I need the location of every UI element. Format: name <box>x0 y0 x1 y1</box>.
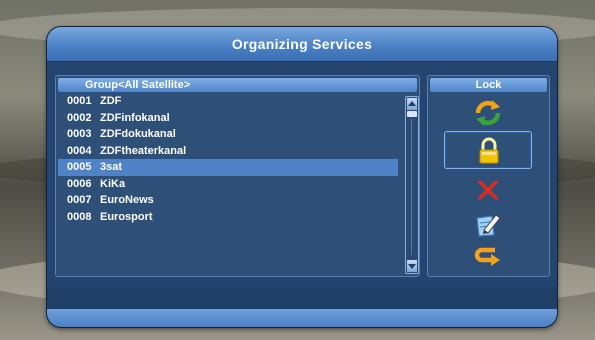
scroll-track <box>411 119 412 255</box>
channel-name: ZDFinfokanal <box>100 111 170 124</box>
edit-button[interactable] <box>444 207 532 241</box>
list-scrollbar[interactable] <box>405 96 419 274</box>
channel-number: 0001 <box>67 95 92 107</box>
channel-number: 0004 <box>67 144 92 157</box>
lock-button[interactable] <box>444 131 532 169</box>
channel-row[interactable]: 0007 EuroNews <box>58 192 398 209</box>
scroll-down-arrow-icon[interactable] <box>407 260 417 272</box>
channel-number: 0008 <box>67 210 92 223</box>
return-button[interactable] <box>444 239 532 273</box>
channel-name: Eurosport <box>100 210 153 223</box>
channel-name: EuroNews <box>100 194 154 206</box>
channel-row-selected[interactable]: 0005 3sat <box>58 159 398 176</box>
scroll-up-arrow-icon[interactable] <box>407 98 417 110</box>
channel-row[interactable]: 0008 Eurosport <box>58 209 398 226</box>
channel-number: 0006 <box>67 177 92 190</box>
dialog-bottom-bar <box>47 309 557 327</box>
pencil-edit-icon <box>476 214 501 237</box>
channel-list-panel: Group<All Satellite> 0001 ZDF 0002 ZDFin… <box>55 75 420 277</box>
channel-row[interactable]: 0001 ZDF <box>58 93 398 110</box>
channel-row[interactable]: 0006 KiKa <box>58 176 398 193</box>
return-arrow-icon <box>474 247 500 266</box>
delete-button[interactable] <box>444 173 532 207</box>
organizing-services-dialog: Organizing Services Group<All Satellite>… <box>47 27 557 327</box>
red-x-icon <box>478 180 498 200</box>
move-arrows-icon <box>475 100 501 126</box>
action-panel-header: Lock <box>430 78 547 92</box>
dialog-header: Organizing Services <box>47 27 557 62</box>
channel-number: 0007 <box>67 194 92 206</box>
action-panel: Lock <box>427 75 550 277</box>
channel-number: 0002 <box>67 111 92 124</box>
channel-number: 0003 <box>67 128 92 140</box>
dialog-title: Organizing Services <box>231 36 373 52</box>
channel-row[interactable]: 0002 ZDFinfokanal <box>58 110 398 127</box>
dialog-body: Group<All Satellite> 0001 ZDF 0002 ZDFin… <box>47 62 557 287</box>
move-button[interactable] <box>444 96 532 130</box>
action-panel-title: Lock <box>475 79 502 91</box>
channel-name: KiKa <box>100 177 126 190</box>
group-header-label: Group<All Satellite> <box>85 79 191 91</box>
channel-name: 3sat <box>100 161 123 173</box>
channel-row[interactable]: 0004 ZDFtheaterkanal <box>58 143 398 160</box>
group-header[interactable]: Group<All Satellite> <box>58 78 417 92</box>
tv-screen: Organizing Services Group<All Satellite>… <box>0 0 595 340</box>
scroll-thumb[interactable] <box>407 111 417 117</box>
channel-name: ZDFtheaterkanal <box>100 144 187 157</box>
channel-name: ZDF <box>100 95 122 107</box>
channel-name: ZDFdokukanal <box>100 128 176 140</box>
padlock-icon <box>479 137 499 164</box>
channel-list: 0001 ZDF 0002 ZDFinfokanal 0003 ZDFdokuk… <box>58 93 398 225</box>
channel-number: 0005 <box>67 161 92 173</box>
channel-row[interactable]: 0003 ZDFdokukanal <box>58 126 398 143</box>
dialog-footer <box>47 287 557 309</box>
